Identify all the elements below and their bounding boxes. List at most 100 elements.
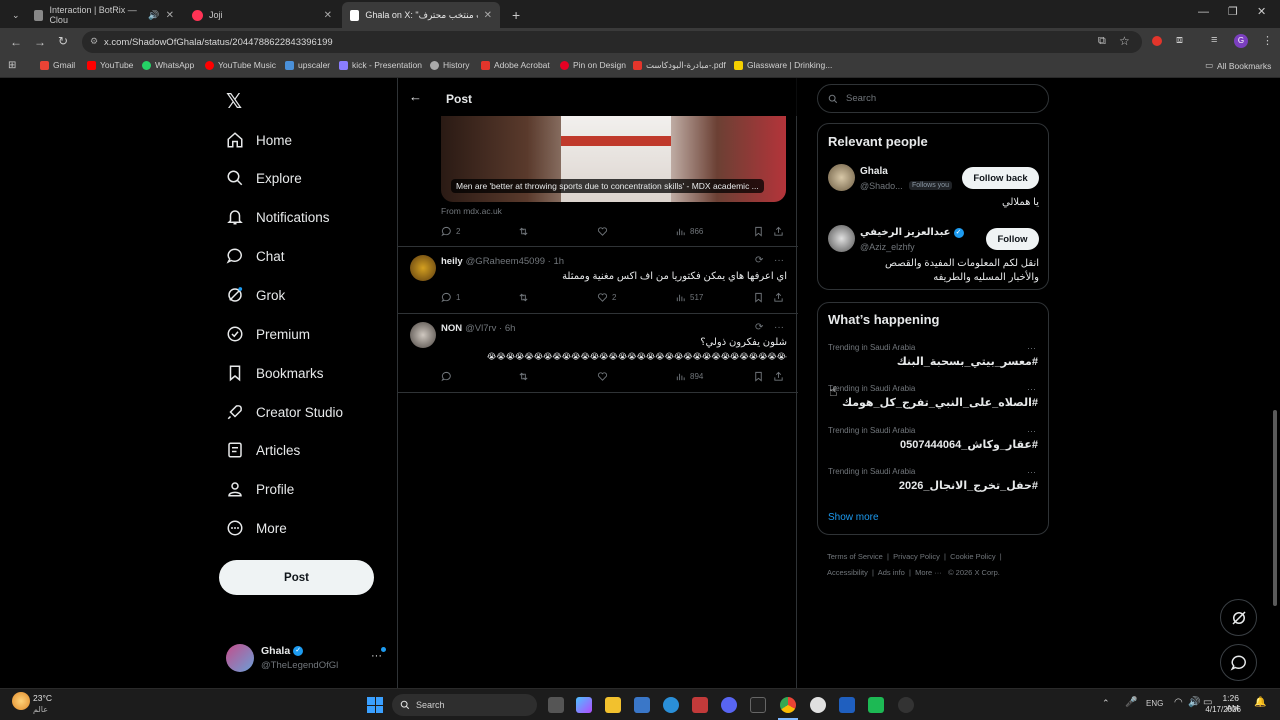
spotify-icon[interactable] — [868, 697, 884, 713]
nav-more[interactable]: More — [226, 514, 287, 542]
trend-more-icon[interactable]: ··· — [1027, 384, 1036, 394]
x-logo-icon[interactable]: 𝕏 — [226, 89, 242, 114]
nav-profile[interactable]: Profile — [226, 475, 294, 503]
star-icon[interactable]: ☆ — [1119, 34, 1130, 48]
close-tab-icon[interactable]: ✕ — [324, 10, 332, 21]
nav-creator-studio[interactable]: Creator Studio — [226, 398, 343, 426]
back-icon[interactable]: ← — [10, 35, 22, 49]
views-action[interactable]: 517 — [675, 292, 703, 303]
reply-author-name[interactable]: heily — [441, 256, 463, 267]
more-options-icon[interactable]: ··· — [774, 255, 784, 266]
media-icon[interactable]: ≡ — [1211, 34, 1217, 46]
person-name[interactable]: Ghala — [860, 166, 888, 177]
reply-action[interactable]: 1 — [441, 292, 460, 303]
more-options-icon[interactable]: ··· — [774, 322, 784, 333]
tab-search-button[interactable]: ⌄ — [4, 2, 24, 28]
weather-icon[interactable] — [12, 692, 30, 710]
reply-item[interactable]: heily @GRaheem45099 · 1h ··· ⟳ اي اعرفها… — [398, 247, 798, 314]
like-action[interactable] — [597, 371, 612, 382]
views-action[interactable]: 866 — [675, 226, 703, 237]
store-icon[interactable] — [634, 697, 650, 713]
bookmark-pin[interactable]: Pin on Design — [560, 60, 626, 70]
word-icon[interactable] — [839, 697, 855, 713]
footer-link[interactable]: Accessibility — [827, 568, 868, 577]
post-button[interactable]: Post — [219, 560, 374, 595]
obs-icon[interactable] — [898, 697, 914, 713]
browser-tab-2[interactable]: Joji ✕ — [184, 2, 340, 28]
post-media-image[interactable]: Men are 'better at throwing sports due t… — [441, 116, 786, 202]
follow-back-button[interactable]: Follow back — [962, 167, 1039, 189]
bookmark-youtube[interactable]: YouTube — [87, 60, 133, 70]
language-indicator[interactable]: ENG — [1146, 699, 1163, 708]
chrome-icon[interactable] — [780, 697, 796, 713]
trend-item[interactable]: #الصلاه_على_النبي_تفرج_كل_هومك — [842, 396, 1038, 409]
grok-explain-icon[interactable]: ⟳ — [755, 322, 763, 333]
install-icon[interactable]: ⧉ — [1098, 35, 1106, 48]
profile-avatar-icon[interactable]: G — [1234, 34, 1248, 48]
search-box[interactable]: Search — [817, 84, 1049, 113]
follow-button[interactable]: Follow — [986, 228, 1039, 250]
bookmark-gmail[interactable]: Gmail — [40, 60, 75, 70]
notifications-icon[interactable]: 🔔 — [1254, 697, 1266, 708]
nav-home[interactable]: Home — [226, 126, 292, 154]
taskbar-search[interactable]: Search — [392, 694, 537, 716]
nav-premium[interactable]: Premium — [226, 320, 310, 348]
trend-item[interactable]: #معسر_بيتي_بسحبة_البنك — [897, 355, 1038, 368]
reply-action[interactable] — [441, 371, 456, 382]
clock-date[interactable]: 4/17/2026 — [1200, 705, 1241, 714]
extension-icon[interactable] — [1152, 36, 1162, 46]
reply-item[interactable]: NON @Vl7rv · 6h ··· ⟳ شلون يفكرون ذولي؟ … — [398, 314, 798, 393]
grok-explain-icon[interactable]: ⟳ — [755, 255, 763, 266]
microphone-icon[interactable]: 🎤 — [1125, 697, 1137, 708]
back-arrow-icon[interactable]: ← — [409, 89, 422, 104]
footer-link[interactable]: Ads info — [878, 568, 905, 577]
bookmark-kick[interactable]: kick - Presentation — [339, 60, 422, 70]
epic-games-icon[interactable] — [750, 697, 766, 713]
reload-icon[interactable]: ↻ — [58, 34, 68, 48]
footer-link[interactable]: Cookie Policy — [950, 552, 995, 561]
close-tab-icon[interactable]: ✕ — [166, 10, 174, 21]
minimize-icon[interactable]: — — [1198, 6, 1209, 18]
trend-more-icon[interactable]: ··· — [1027, 343, 1036, 353]
nav-notifications[interactable]: Notifications — [226, 203, 330, 231]
share-action[interactable] — [773, 371, 784, 382]
page-scrollbar[interactable] — [1270, 78, 1280, 688]
bookmark-history[interactable]: History — [430, 60, 469, 70]
audio-icon[interactable]: 🔊 — [148, 10, 159, 21]
weather-temp[interactable]: 23°C — [33, 693, 52, 703]
account-menu-icon[interactable]: ··· — [371, 650, 382, 662]
url-bar[interactable]: ⚙ x.com/ShadowOfGhala/status/20447886228… — [82, 31, 1142, 53]
nav-grok[interactable]: Grok — [226, 281, 285, 309]
nav-explore[interactable]: Explore — [226, 164, 302, 192]
browser-tab-1[interactable]: Interaction | BotRix — Clou 🔊 ✕ — [26, 2, 182, 28]
new-tab-button[interactable]: + — [504, 2, 524, 28]
extensions-icon[interactable]: ⧈ — [1176, 34, 1183, 47]
close-tab-icon[interactable]: ✕ — [484, 10, 492, 21]
avatar[interactable] — [410, 322, 436, 348]
nav-chat[interactable]: Chat — [226, 242, 285, 270]
nav-bookmarks[interactable]: Bookmarks — [226, 359, 324, 387]
footer-link[interactable]: More ··· — [915, 568, 942, 577]
trend-more-icon[interactable]: ··· — [1027, 467, 1036, 477]
repost-action[interactable] — [518, 292, 529, 303]
menu-icon[interactable]: ⋮ — [1262, 34, 1273, 47]
footer-link[interactable]: Terms of Service — [827, 552, 883, 561]
avatar[interactable] — [828, 225, 855, 252]
like-action[interactable] — [597, 226, 608, 237]
footer-link[interactable]: Privacy Policy — [893, 552, 940, 561]
task-view-icon[interactable] — [548, 697, 564, 713]
avatar[interactable] — [828, 164, 855, 191]
chevron-up-icon[interactable]: ⌃ — [1102, 698, 1110, 709]
bookmark-pdf[interactable]: مبادرة-البودكاست-.pdf — [633, 60, 726, 71]
messages-float-button[interactable] — [1220, 644, 1257, 681]
bookmark-whatsapp[interactable]: WhatsApp — [142, 60, 194, 70]
volume-icon[interactable]: 🔊 — [1188, 697, 1200, 708]
trend-item[interactable]: #حفل_تخرج_الانجال_2026 — [899, 479, 1038, 492]
bookmark-upscaler[interactable]: upscaler — [285, 60, 330, 70]
show-more-link[interactable]: Show more — [828, 512, 879, 523]
discord-icon[interactable] — [721, 697, 737, 713]
views-action[interactable]: 894 — [675, 371, 703, 382]
forward-icon[interactable]: → — [34, 35, 46, 49]
repost-action[interactable] — [518, 226, 529, 237]
avatar[interactable] — [410, 255, 436, 281]
